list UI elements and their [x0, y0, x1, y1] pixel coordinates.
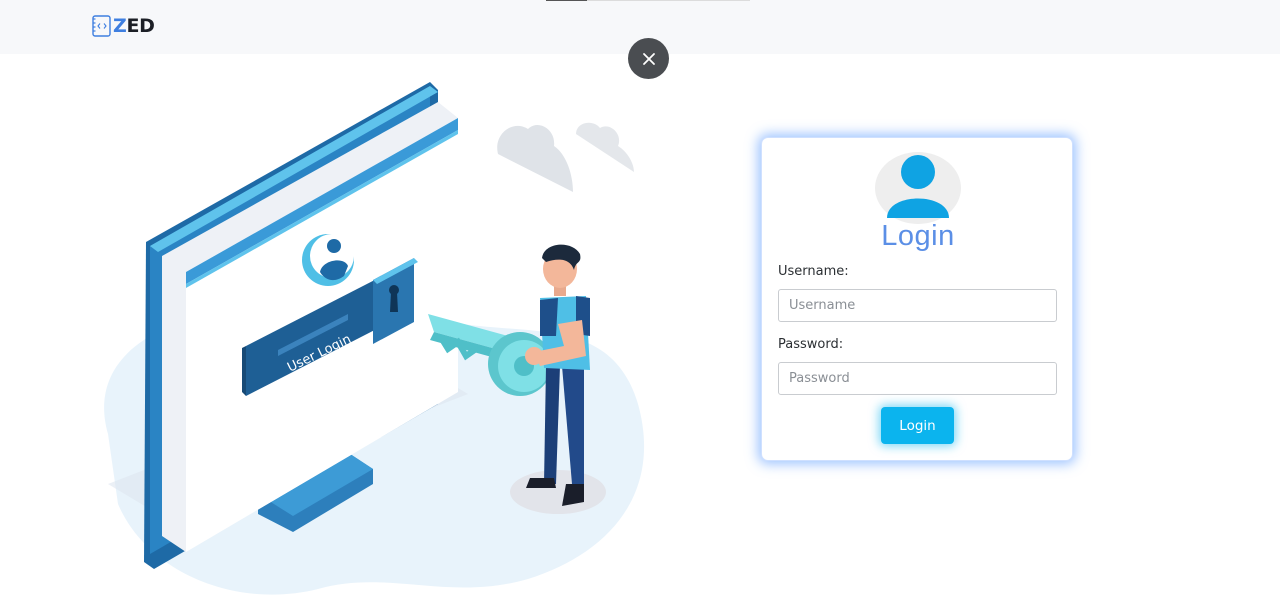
login-illustration: User Login	[104, 82, 645, 595]
brand-logo[interactable]: ZED	[92, 14, 155, 38]
brand-name-prefix: Z	[113, 15, 127, 37]
close-button[interactable]	[628, 38, 669, 79]
code-book-icon	[92, 15, 111, 37]
brand-name-rest: ED	[126, 15, 155, 37]
carousel-indicator-active	[546, 0, 587, 1]
username-input[interactable]	[778, 289, 1057, 322]
login-card: Login Username: Password: Login	[761, 137, 1073, 461]
login-button[interactable]: Login	[881, 407, 954, 444]
username-label: Username:	[778, 264, 849, 279]
brand-name: ZED	[113, 15, 155, 37]
password-label: Password:	[778, 337, 844, 352]
password-input[interactable]	[778, 362, 1057, 395]
login-title: Login	[881, 220, 955, 252]
carousel-indicator	[546, 0, 750, 1]
user-avatar-icon	[875, 152, 961, 224]
close-icon	[642, 52, 655, 65]
